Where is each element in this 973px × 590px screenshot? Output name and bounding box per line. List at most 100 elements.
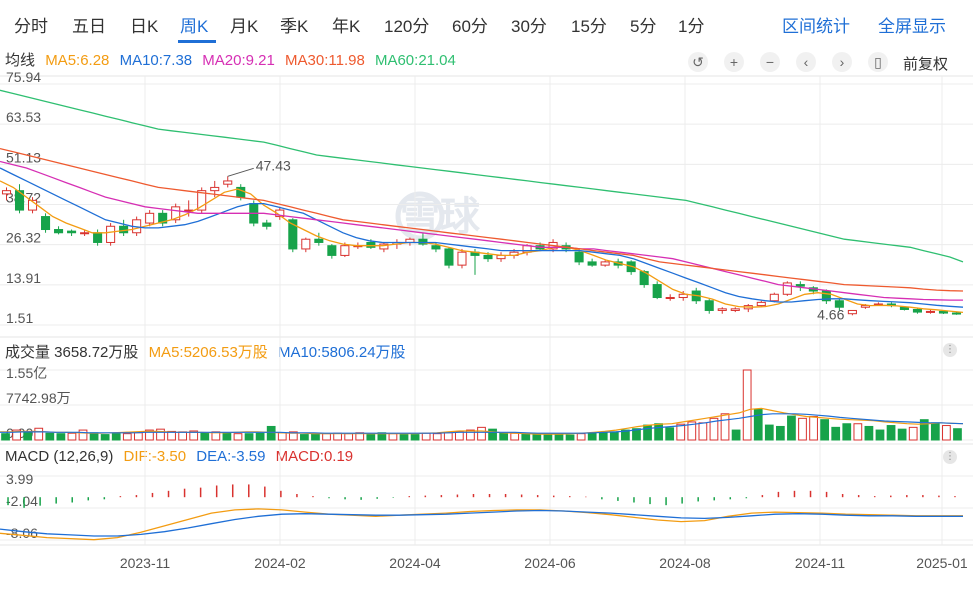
volume-bar: [366, 434, 376, 441]
volume-bar: [598, 432, 608, 441]
candle-body: [80, 232, 90, 235]
price-y-tick: 13.91: [6, 270, 41, 286]
volume-bar: [488, 428, 497, 441]
volume-bar: [67, 432, 77, 441]
candle-body: [301, 238, 311, 250]
candle-body: [483, 254, 493, 260]
volume-bar: [775, 425, 785, 441]
volume-bar: [576, 433, 586, 441]
candle-body: [145, 212, 155, 224]
candle-body: [106, 225, 116, 243]
volume-bar: [477, 426, 486, 441]
x-tick-label: 2025-01: [916, 555, 968, 571]
candle-body: [314, 238, 324, 243]
volume-bar: [45, 432, 55, 441]
ma5-line: [0, 180, 964, 314]
volume-bar: [23, 431, 33, 441]
ma20-line: [0, 160, 963, 301]
volume-y-tick: 1.55亿: [6, 365, 47, 381]
candle-body: [951, 312, 962, 315]
price-y-tick: 26.32: [6, 230, 41, 246]
volume-bar: [643, 424, 652, 441]
candle-body: [847, 309, 857, 315]
kline-chart[interactable]: 雪球75.9463.5351.1338.7226.3213.911.512023…: [0, 0, 973, 590]
candle-body: [457, 251, 467, 266]
volume-bar: [587, 432, 597, 441]
volume-bar: [908, 426, 918, 441]
volume-bar: [787, 415, 796, 441]
volume-y-tick: 7742.98万: [6, 390, 71, 406]
x-tick-label: 2024-08: [659, 555, 711, 571]
volume-bar: [56, 433, 66, 441]
candle-body: [93, 232, 103, 243]
price-y-tick: 75.94: [6, 69, 41, 85]
volume-bar: [499, 432, 509, 441]
volume-bar: [200, 432, 210, 441]
candle-body: [262, 222, 272, 227]
volume-bar: [255, 432, 265, 441]
volume-bar: [875, 429, 885, 441]
candle-body: [769, 293, 779, 302]
volume-bar: [344, 433, 354, 441]
volume-bar: [1, 433, 10, 441]
volume-bar: [410, 434, 420, 441]
volume-bar: [798, 417, 807, 441]
candle-body: [41, 216, 51, 231]
volume-bar: [89, 432, 99, 441]
volume-bar: [864, 425, 874, 441]
high-annotation-leader: [227, 167, 254, 177]
macd-y-tick: -2.04: [6, 493, 38, 509]
candle-body: [704, 300, 714, 311]
volume-bar: [222, 432, 232, 441]
volume-bar: [565, 434, 575, 441]
candle-body: [587, 261, 597, 266]
volume-bar: [421, 432, 431, 441]
volume-bar: [720, 413, 730, 441]
candle-body: [600, 261, 610, 266]
high-annotation: 47.43: [256, 157, 291, 173]
volume-bar: [266, 425, 276, 441]
x-tick-label: 2024-06: [524, 555, 576, 571]
volume-bar: [454, 431, 464, 441]
candle-body: [54, 229, 64, 234]
dea-line: [0, 509, 963, 537]
candle-body: [210, 186, 220, 192]
ma10-line: [0, 167, 964, 308]
volume-bar: [34, 427, 44, 441]
volume-bar: [432, 433, 442, 441]
volume-bar: [322, 433, 331, 441]
x-tick-label: 2024-02: [254, 555, 306, 571]
volume-bar: [78, 429, 88, 441]
volume-bar: [178, 431, 188, 441]
volume-bar: [853, 423, 863, 441]
x-tick-label: 2023-11: [120, 555, 171, 571]
volume-bar: [820, 419, 830, 441]
volume-bar: [764, 424, 774, 441]
volume-bar: [100, 434, 110, 441]
candle-body: [730, 308, 740, 311]
volume-bar: [399, 434, 409, 441]
candle-body: [1, 190, 12, 195]
volume-bar: [676, 423, 686, 441]
volume-bar: [942, 425, 951, 441]
volume-bar: [133, 432, 143, 441]
volume-bar: [731, 429, 741, 441]
ma30-line: [0, 147, 964, 292]
candle-body: [574, 251, 584, 263]
candle-body: [756, 301, 766, 307]
candle-body: [366, 241, 376, 248]
volume-bar: [831, 426, 841, 441]
volume-bar: [543, 434, 553, 441]
volume-bar: [897, 428, 907, 441]
candle-body: [327, 245, 337, 256]
volume-bar: [809, 416, 818, 441]
volume-bar: [665, 427, 675, 441]
candle-body: [444, 248, 454, 266]
volume-bar: [122, 433, 132, 441]
candle-body: [912, 308, 922, 313]
volume-bar: [609, 431, 619, 441]
volume-bar: [156, 428, 165, 441]
volume-bar: [742, 369, 752, 441]
volume-bar: [443, 432, 453, 441]
candle-body: [925, 310, 936, 313]
